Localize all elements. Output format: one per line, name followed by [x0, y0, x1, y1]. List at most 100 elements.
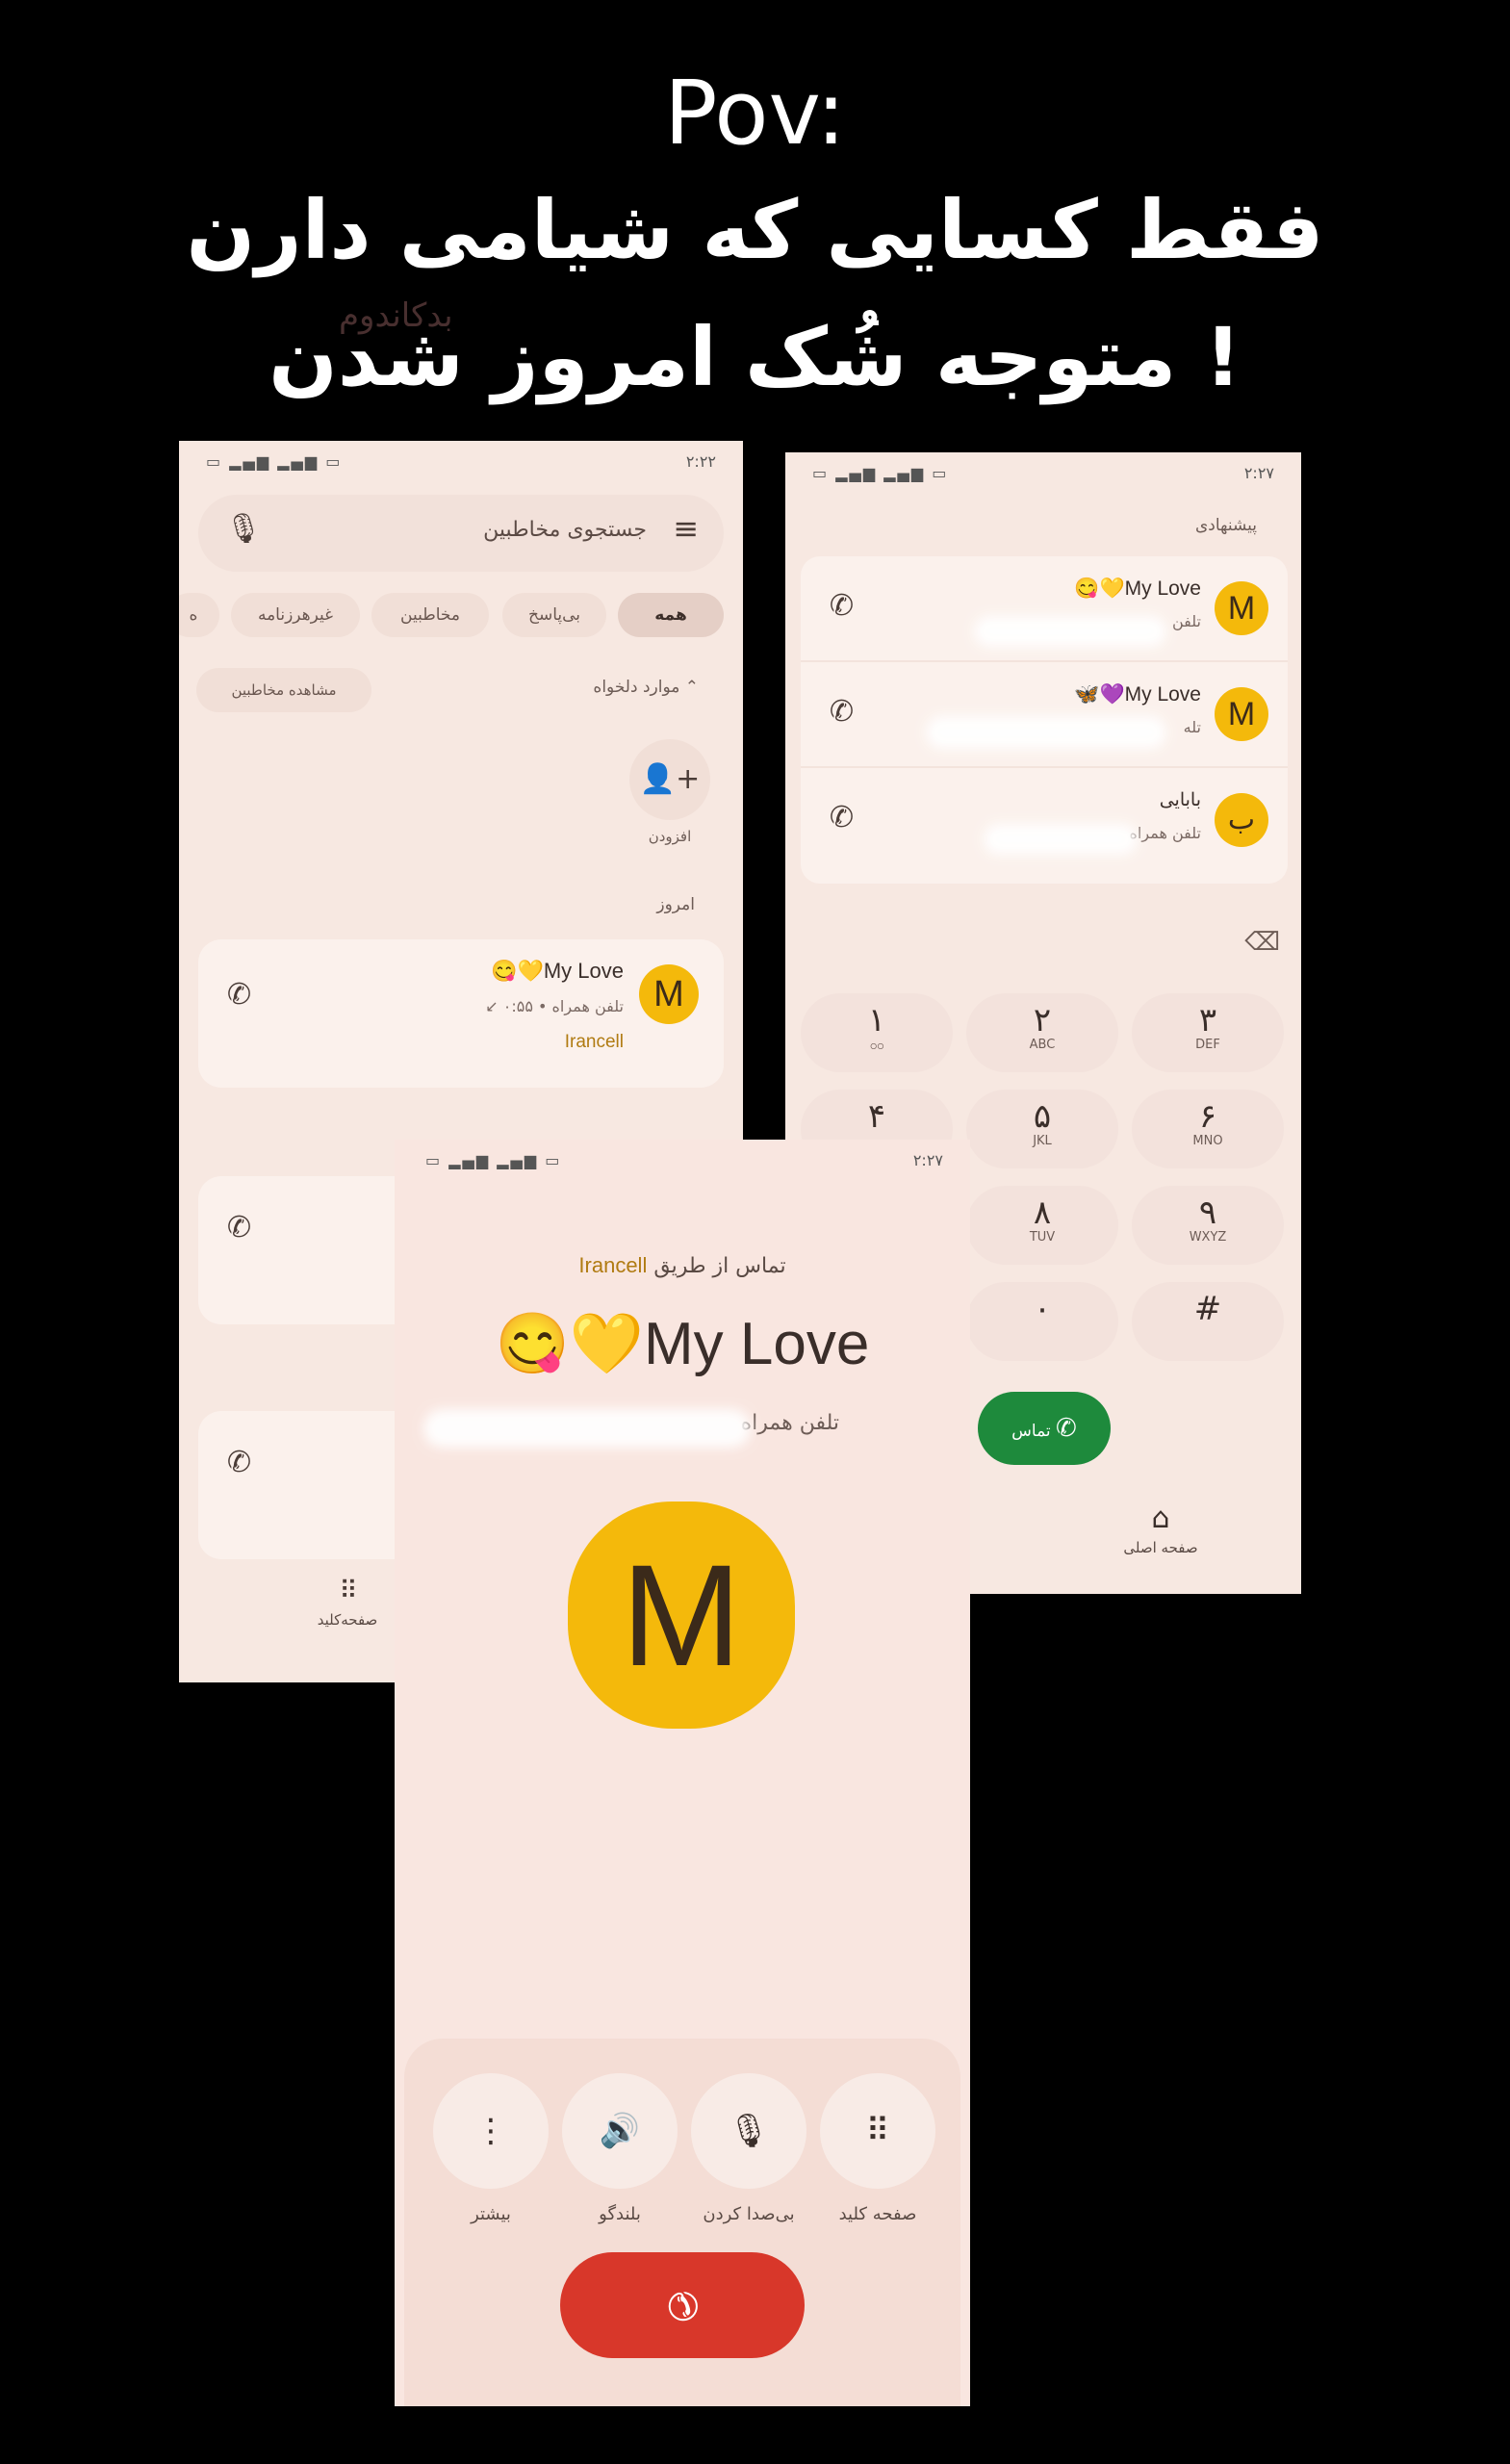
caller-name: 😋💛My Love — [495, 1311, 870, 1377]
keypad-button[interactable]: ⠿ — [820, 2073, 935, 2189]
speaker-icon: 🔊 — [599, 2112, 641, 2150]
mic-icon: 🎙 — [728, 2112, 770, 2150]
home-tab[interactable]: ⌂ صفحه اصلی — [1113, 1502, 1209, 1556]
suggestion-type: تله — [1183, 718, 1201, 736]
carrier-label: Irancell — [578, 1253, 648, 1277]
speaker-button[interactable]: 🔊 — [562, 2073, 678, 2189]
avatar: M — [639, 964, 699, 1024]
speaker-label: بلندگو — [599, 2204, 641, 2224]
end-call-button[interactable]: ✆ — [560, 2252, 805, 2358]
status-time: ۲:۲۷ — [912, 1151, 943, 1169]
suggested-label: پیشنهادی — [1194, 516, 1257, 535]
tab-contacts[interactable]: مخاطبین — [371, 593, 489, 637]
suggestion-item[interactable]: M 😋💛My Love تلفن ✆ — [801, 556, 1288, 662]
suggestion-item[interactable]: ب بابایی تلفن همراه ✆ — [801, 768, 1288, 872]
dialpad-icon: ⠿ — [865, 2112, 890, 2150]
key-5[interactable]: ۵ JKL — [966, 1090, 1118, 1168]
key-9[interactable]: ۹ WXYZ — [1132, 1186, 1284, 1265]
phone-icon[interactable]: ✆ — [830, 695, 854, 729]
emoji-icon: 😋💛 — [1074, 578, 1125, 600]
incall-screen: ▭ ▂▄▆ ▂▄▆ ▭ ۲:۲۷ Irancell تماس از طریق 😋… — [395, 1140, 970, 2406]
key-0[interactable]: ۰ — [966, 1282, 1118, 1361]
redaction — [926, 716, 1166, 749]
dialpad-icon: ⠿ — [339, 1577, 357, 1605]
suggestion-name: 😋💛My Love — [1074, 578, 1201, 600]
suggestion-type: تلفن — [1171, 612, 1201, 630]
watermark: بدکاندوم — [339, 296, 453, 335]
keypad-label: صفحه کلید — [838, 2204, 917, 2224]
status-time: ۲:۲۷ — [1243, 464, 1274, 482]
mute-button[interactable]: 🎙 — [691, 2073, 806, 2189]
phone-icon[interactable]: ✆ — [830, 589, 854, 623]
mute-label: بی‌صدا کردن — [703, 2204, 795, 2224]
add-person-icon: 👤+ — [639, 762, 701, 796]
status-bar: ▭ ▂▄▆ ▂▄▆ ▭ ۲:۲۷ — [395, 1140, 970, 1182]
more-label: بیشتر — [471, 2204, 511, 2224]
phone-icon[interactable]: ✆ — [227, 978, 251, 1012]
emoji-icon: 🦋💜 — [1074, 683, 1125, 706]
keypad-label: صفحه‌کلید — [317, 1611, 378, 1629]
suggestion-name: بابایی — [1159, 790, 1201, 810]
avatar: ب — [1215, 793, 1268, 847]
add-label: افزودن — [648, 828, 692, 845]
key-6[interactable]: ۶ MNO — [1132, 1090, 1284, 1168]
key-1[interactable]: ۱ ဝဝ — [801, 993, 953, 1072]
redaction — [984, 824, 1138, 855]
status-time: ۲:۲۲ — [685, 452, 716, 471]
tab-missed[interactable]: بی‌پاسخ — [502, 593, 606, 637]
status-bar: ▭ ▂▄▆ ▂▄▆ ▭ ۲:۲۲ — [179, 441, 743, 483]
suggestion-type: تلفن همراه — [1129, 824, 1201, 842]
redaction — [423, 1409, 751, 1448]
carrier-label: Irancell — [564, 1032, 624, 1052]
today-label: امروز — [656, 895, 695, 914]
caller-number-label: تلفن همراه — [740, 1411, 839, 1435]
call-log-item[interactable]: M 😋💛My Love ↙ ۰:۵۵ • تلفن همراه Irancell… — [198, 939, 724, 1088]
emoji-icon: 😋💛 — [491, 959, 544, 983]
suggestion-name: 🦋💜My Love — [1074, 683, 1201, 706]
phone-icon[interactable]: ✆ — [227, 1446, 251, 1479]
phone-icon[interactable]: ✆ — [830, 801, 854, 834]
caller-avatar: M — [568, 1502, 795, 1729]
key-8[interactable]: ۸ TUV — [966, 1186, 1118, 1265]
menu-icon[interactable]: ≡ — [673, 510, 699, 547]
search-placeholder: جستجوی مخاطبین — [483, 518, 647, 542]
avatar: M — [1215, 687, 1268, 741]
call-via: Irancell تماس از طریق — [578, 1253, 786, 1278]
backspace-icon[interactable]: ⌫ — [1244, 928, 1280, 957]
more-icon: ⋮ — [474, 2112, 507, 2150]
hang-up-icon: ✆ — [654, 2277, 710, 2333]
phone-icon: ✆ — [1056, 1414, 1077, 1443]
key-2[interactable]: ۲ ABC — [966, 993, 1118, 1072]
call-detail: ↙ ۰:۵۵ • تلفن همراه — [485, 997, 624, 1015]
caption-pov: Pov: — [664, 62, 846, 165]
home-label: صفحه اصلی — [1123, 1539, 1198, 1556]
phone-icon[interactable]: ✆ — [227, 1211, 251, 1245]
emoji-icon: 😋💛 — [495, 1311, 645, 1377]
home-icon: ⌂ — [1151, 1502, 1170, 1535]
contact-name: 😋💛My Love — [491, 959, 624, 983]
tab-more[interactable]: ه — [179, 593, 219, 637]
signal-icons: ▭ ▂▄▆ ▂▄▆ ▭ — [206, 452, 343, 471]
call-controls-panel: ⋮ 🔊 🎙 ⠿ بیشتر بلندگو بی‌صدا کردن صفحه کل… — [404, 2039, 960, 2406]
redaction — [974, 616, 1166, 647]
caption-line-3: متوجه شُک امروز شدن ! — [269, 310, 1241, 404]
keypad-tab[interactable]: ⠿ صفحه‌کلید — [285, 1577, 410, 1629]
add-favorite-button[interactable]: 👤+ — [629, 739, 710, 820]
caption-line-2: فقط کسایی که شیامی دارن — [186, 183, 1324, 277]
tab-non-spam[interactable]: غیرهرزنامه — [231, 593, 360, 637]
favorites-label[interactable]: موارد دلخواه ⌃ — [593, 678, 699, 697]
key-3[interactable]: ۳ DEF — [1132, 993, 1284, 1072]
mic-icon[interactable]: 🎙 — [225, 512, 262, 546]
suggestions-list: M 😋💛My Love تلفن ✆ M 🦋💜My Love تله ✆ ب ب… — [801, 556, 1288, 884]
key-hash[interactable]: # — [1132, 1282, 1284, 1361]
call-button[interactable]: تماس ✆ — [978, 1392, 1111, 1465]
search-bar[interactable]: 🎙 جستجوی مخاطبین ≡ — [198, 495, 724, 572]
tab-all[interactable]: همه — [618, 593, 724, 637]
signal-icons: ▭ ▂▄▆ ▂▄▆ ▭ — [425, 1151, 562, 1169]
more-button[interactable]: ⋮ — [433, 2073, 549, 2189]
signal-icons: ▭ ▂▄▆ ▂▄▆ ▭ — [812, 464, 949, 482]
view-contacts-button[interactable]: مشاهده مخاطبین — [196, 668, 371, 712]
status-bar: ▭ ▂▄▆ ▂▄▆ ▭ ۲:۲۷ — [785, 452, 1301, 495]
avatar: M — [1215, 581, 1268, 635]
suggestion-item[interactable]: M 🦋💜My Love تله ✆ — [801, 662, 1288, 768]
